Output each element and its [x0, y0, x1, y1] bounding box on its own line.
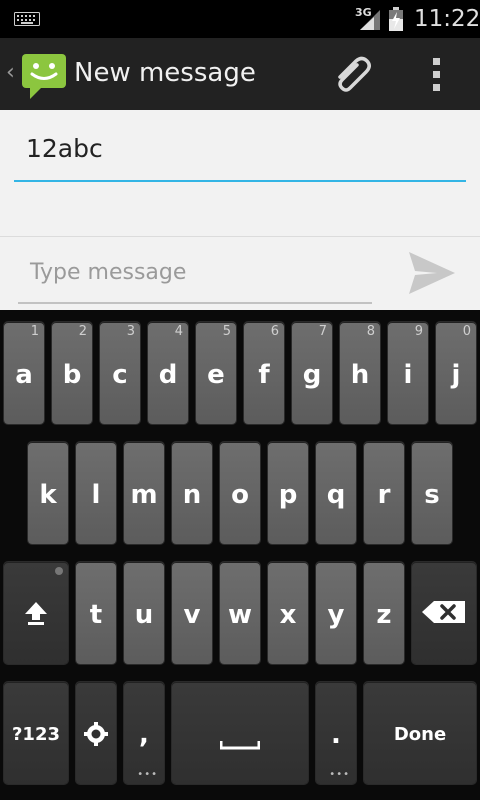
- status-bar: 3G 11:22: [0, 0, 480, 38]
- backspace-icon: [422, 601, 465, 623]
- app-icon[interactable]: [20, 51, 68, 99]
- key-y[interactable]: y: [316, 562, 356, 664]
- key-a[interactable]: 1a: [4, 322, 44, 424]
- comma-key[interactable]: , •••: [124, 682, 164, 784]
- action-bar: ‹ New message: [0, 38, 480, 111]
- settings-key[interactable]: [76, 682, 116, 784]
- symbols-key[interactable]: ?123: [4, 682, 68, 784]
- space-key[interactable]: [172, 682, 308, 784]
- period-key[interactable]: . •••: [316, 682, 356, 784]
- key-d[interactable]: 4d: [148, 322, 188, 424]
- key-q[interactable]: q: [316, 442, 356, 544]
- key-u[interactable]: u: [124, 562, 164, 664]
- divider: [0, 236, 480, 237]
- key-f[interactable]: 6f: [244, 322, 284, 424]
- key-p[interactable]: p: [268, 442, 308, 544]
- soft-keyboard: 1a 2b 3c 4d 5e 6f 7g 8h 9i 0j k l m n o …: [0, 310, 480, 800]
- key-x[interactable]: x: [268, 562, 308, 664]
- recipient-value: 12abc: [26, 134, 103, 163]
- compose-area: 12abc Type message: [0, 110, 480, 310]
- key-r[interactable]: r: [364, 442, 404, 544]
- status-time: 11:22: [414, 6, 480, 32]
- key-j[interactable]: 0j: [436, 322, 476, 424]
- key-c[interactable]: 3c: [100, 322, 140, 424]
- signal-icon: [360, 10, 380, 30]
- key-o[interactable]: o: [220, 442, 260, 544]
- send-icon[interactable]: [407, 250, 457, 296]
- more-dots: •••: [137, 769, 158, 780]
- overflow-menu-icon[interactable]: [426, 56, 448, 94]
- key-m[interactable]: m: [124, 442, 164, 544]
- battery-icon: [389, 7, 403, 31]
- key-n[interactable]: n: [172, 442, 212, 544]
- space-bar-icon: [220, 741, 260, 750]
- shift-icon: [25, 602, 47, 625]
- key-g[interactable]: 7g: [292, 322, 332, 424]
- shift-dot: [55, 567, 63, 575]
- key-l[interactable]: l: [76, 442, 116, 544]
- message-placeholder: Type message: [30, 260, 187, 285]
- shift-key[interactable]: [4, 562, 68, 664]
- key-v[interactable]: v: [172, 562, 212, 664]
- done-key[interactable]: Done: [364, 682, 476, 784]
- backspace-key[interactable]: [412, 562, 476, 664]
- key-w[interactable]: w: [220, 562, 260, 664]
- key-b[interactable]: 2b: [52, 322, 92, 424]
- key-h[interactable]: 8h: [340, 322, 380, 424]
- gear-icon: [84, 722, 108, 746]
- key-i[interactable]: 9i: [388, 322, 428, 424]
- more-dots: •••: [329, 769, 350, 780]
- page-title: New message: [74, 58, 256, 88]
- message-input[interactable]: Type message: [18, 250, 372, 304]
- key-t[interactable]: t: [76, 562, 116, 664]
- key-z[interactable]: z: [364, 562, 404, 664]
- key-e[interactable]: 5e: [196, 322, 236, 424]
- up-caret-icon[interactable]: ‹: [6, 60, 15, 85]
- key-k[interactable]: k: [28, 442, 68, 544]
- recipient-field[interactable]: 12abc: [14, 130, 466, 182]
- paperclip-icon[interactable]: [332, 55, 376, 95]
- keyboard-icon: [14, 12, 40, 26]
- key-s[interactable]: s: [412, 442, 452, 544]
